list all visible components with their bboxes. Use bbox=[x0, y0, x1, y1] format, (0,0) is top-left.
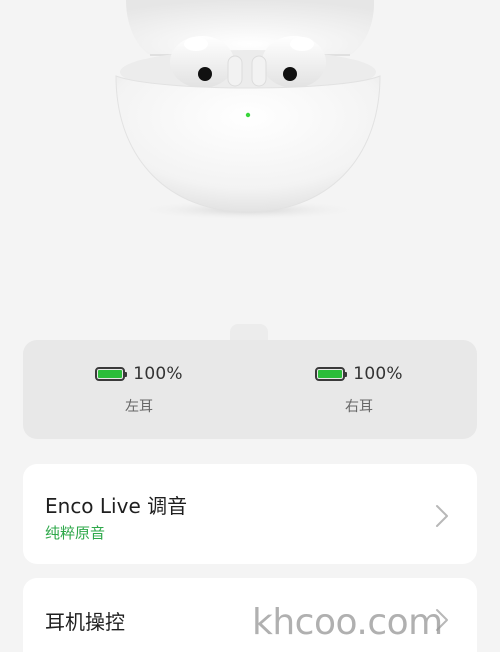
earbuds-case-image bbox=[0, 0, 500, 330]
left-battery-percent: 100% bbox=[133, 364, 183, 384]
chevron-right-icon bbox=[436, 609, 448, 631]
enco-live-eq-title: Enco Live 调音 bbox=[45, 494, 188, 518]
enco-live-eq-value: 纯粹原音 bbox=[45, 524, 106, 542]
chevron-right-icon bbox=[436, 505, 448, 527]
earbud-controls-title: 耳机操控 bbox=[45, 610, 125, 634]
battery-icon bbox=[315, 367, 348, 381]
battery-icon bbox=[95, 367, 128, 381]
battery-fill bbox=[318, 370, 343, 378]
battery-status-card: 100% 左耳 100% 右耳 bbox=[23, 340, 477, 439]
battery-fill bbox=[98, 370, 123, 378]
card-handle bbox=[230, 324, 268, 340]
left-earbud-label: 左耳 bbox=[125, 399, 153, 415]
right-earbud-label: 右耳 bbox=[345, 399, 373, 415]
earbuds-detail-page: 100% 左耳 100% 右耳 Enco Live 调音 纯粹原音 耳机操控 k… bbox=[0, 0, 500, 652]
right-battery-percent: 100% bbox=[353, 364, 403, 384]
status-led bbox=[245, 112, 251, 118]
right-earbud-battery: 100% 右耳 bbox=[259, 362, 459, 416]
left-earbud-battery: 100% 左耳 bbox=[39, 362, 239, 416]
enco-live-eq-item[interactable]: Enco Live 调音 纯粹原音 bbox=[23, 464, 477, 564]
earbud-controls-item[interactable]: 耳机操控 bbox=[23, 578, 477, 652]
